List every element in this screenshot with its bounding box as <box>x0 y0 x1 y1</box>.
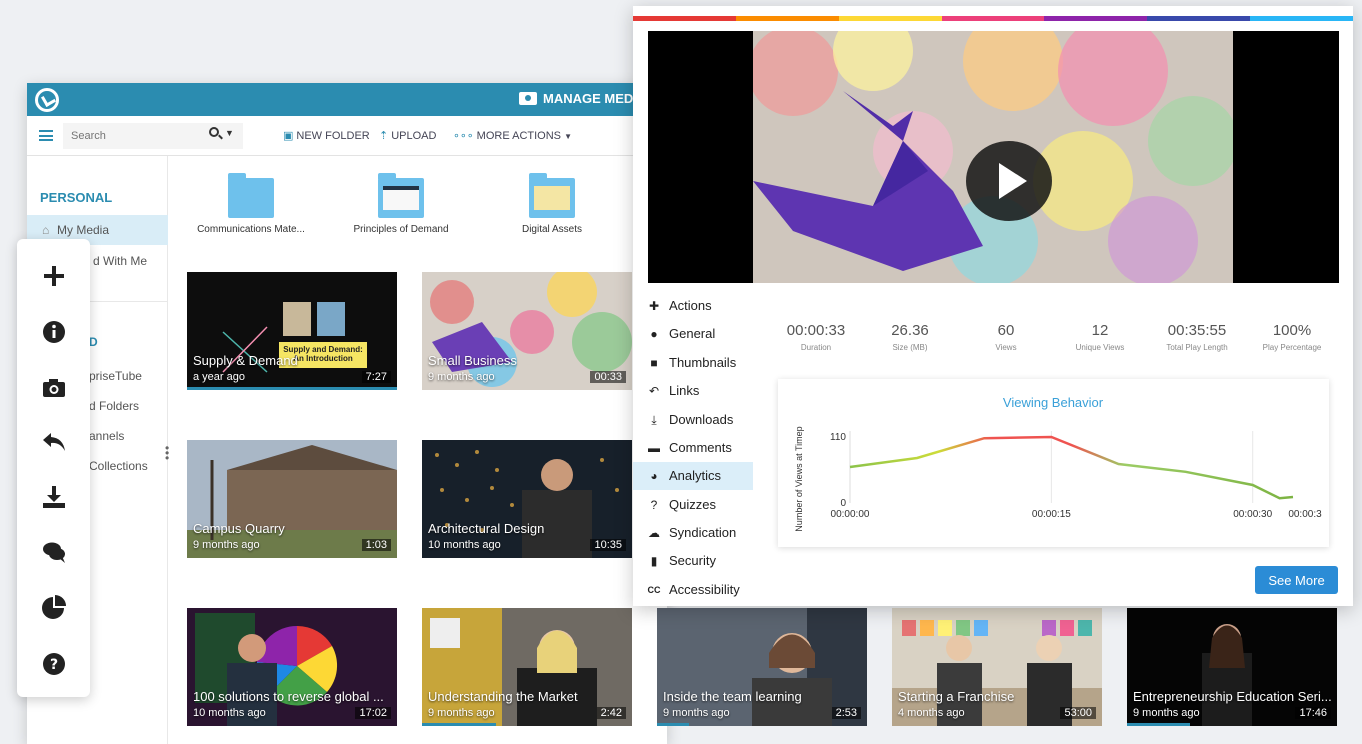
x-tick-label: 00:00:3 <box>1288 509 1322 520</box>
media-thumbnail[interactable]: Small Business 9 months ago 00:33 <box>422 272 632 390</box>
camera-icon[interactable] <box>41 375 67 401</box>
media-thumbnail[interactable]: 100 solutions to reverse global ... 10 m… <box>187 608 397 726</box>
chevron-down-icon[interactable]: ▼ <box>225 128 234 138</box>
folder-icon <box>378 173 424 218</box>
dots-icon: ∘∘∘ <box>453 130 474 142</box>
pie-chart-icon: ◕ <box>650 469 658 483</box>
folder-digital-assets[interactable]: Digital Assets <box>492 173 612 235</box>
camera-icon: ■ <box>650 356 658 370</box>
menu-item-downloads[interactable]: ⤓ Downloads <box>633 406 753 434</box>
stripe-segment <box>1250 16 1354 21</box>
stat-play-percentage: 100% Play Percentage <box>1262 322 1322 352</box>
x-tick-label: 00:00:00 <box>831 509 870 520</box>
stripe-segment <box>1044 16 1148 21</box>
stat-size: 26.36 Size (MB) <box>891 322 929 352</box>
menu-item-accessibility[interactable]: CC Accessibility <box>633 576 753 604</box>
closed-captions-icon: CC <box>647 585 661 595</box>
stat-duration: 00:00:33 Duration <box>786 322 846 352</box>
comments-icon[interactable] <box>41 539 67 565</box>
progress-bar <box>657 723 689 726</box>
upload-icon: ⇡ <box>379 130 389 142</box>
toolbar: ▼ ▣NEW FOLDER ⇡UPLOAD ∘∘∘MORE ACTIONS ▼ <box>27 116 667 156</box>
menu-item-thumbnails[interactable]: ■ Thumbnails <box>633 349 753 377</box>
x-tick-label: 00:00:15 <box>1032 509 1071 520</box>
media-thumbnail[interactable]: Supply and Demand: An Introduction Suppl… <box>187 272 397 390</box>
upload-button[interactable]: ⇡ UPLOAD <box>379 129 436 142</box>
folder-principles-of-demand[interactable]: Principles of Demand <box>339 173 463 235</box>
media-thumbnail[interactable]: Understanding the Market 9 months ago 2:… <box>422 608 632 726</box>
folder-plus-icon: ▣ <box>283 130 294 142</box>
x-tick-label: 00:00:30 <box>1233 509 1272 520</box>
viewing-behavior-chart-card: Viewing Behavior Number of Views at Time… <box>778 379 1329 547</box>
stripe-segment <box>1147 16 1251 21</box>
menu-item-security[interactable]: ▮ Security <box>633 547 753 575</box>
sidebar-heading-personal: PERSONAL <box>40 190 113 205</box>
progress-bar <box>1127 723 1190 726</box>
media-manager-window: MANAGE MEDI ▼ ▣NEW FOLDER ⇡UPLOAD ∘∘∘MOR… <box>27 83 667 744</box>
stat-views: 60 Views <box>995 322 1017 352</box>
more-actions-button[interactable]: ∘∘∘ MORE ACTIONS ▼ <box>453 129 572 142</box>
menu-item-quizzes[interactable]: ? Quizzes <box>633 491 753 519</box>
plus-icon[interactable] <box>41 263 67 289</box>
info-icon[interactable] <box>41 319 67 345</box>
cloud-upload-icon: ☁ <box>648 526 660 540</box>
media-thumbnail[interactable]: Inside the team learning 9 months ago 2:… <box>657 608 867 726</box>
stat-total-play-length: 00:35:55 Total Play Length <box>1166 322 1228 352</box>
stripe-segment <box>838 16 942 21</box>
lock-icon: ▮ <box>650 554 658 568</box>
stat-unique-views: 12 Unique Views <box>1075 322 1125 352</box>
see-more-button[interactable]: See More <box>1255 566 1338 594</box>
chart-ylabel: Number of Views at Timep <box>794 426 804 531</box>
top-bar: MANAGE MEDI <box>27 83 667 116</box>
download-icon: ⤓ <box>651 413 657 427</box>
progress-bar <box>187 387 397 390</box>
reply-icon[interactable] <box>41 429 67 455</box>
menu-item-general[interactable]: ● General <box>633 320 753 348</box>
video-player[interactable] <box>648 31 1339 283</box>
download-icon[interactable] <box>41 484 67 510</box>
floating-action-bar: ? <box>17 239 90 697</box>
plus-icon: ✚ <box>648 299 660 313</box>
stripe-segment <box>941 16 1045 21</box>
media-thumbnail[interactable]: Starting a Franchise 4 months ago 53:00 <box>892 608 1102 726</box>
pie-chart-icon[interactable] <box>41 594 67 620</box>
menu-item-comments[interactable]: ▬ Comments <box>633 434 753 462</box>
svg-text:?: ? <box>50 657 58 673</box>
menu-item-syndication[interactable]: ☁ Syndication <box>633 519 753 547</box>
question-icon[interactable]: ? <box>41 651 67 677</box>
new-folder-button[interactable]: ▣ NEW FOLDER <box>283 129 370 142</box>
app-logo-icon[interactable] <box>35 88 59 112</box>
menu-item-actions[interactable]: ✚ Actions <box>633 292 753 320</box>
reply-icon: ↶ <box>648 384 660 398</box>
folder-icon <box>228 173 274 218</box>
series-line <box>849 435 1294 500</box>
stripe-segment <box>633 16 736 21</box>
resize-handle-icon[interactable]: • • • <box>165 442 169 464</box>
media-thumbnail[interactable]: Architectural Design 10 months ago 10:35 <box>422 440 632 558</box>
folder-communications[interactable]: Communications Mate... <box>191 173 311 235</box>
menu-item-analytics[interactable]: ◕ Analytics <box>633 462 753 490</box>
media-thumbnail[interactable]: Campus Quarry 9 months ago 1:03 <box>187 440 397 558</box>
progress-bar <box>422 723 496 726</box>
folder-icon <box>529 173 575 218</box>
media-icon <box>519 92 537 105</box>
viewing-behavior-chart: Viewing Behavior Number of Views at Time… <box>794 395 1322 532</box>
media-detail-panel: ✚ Actions ● General ■ Thumbnails ↶ Links ⤓ Do… <box>633 6 1354 606</box>
y-tick-label: 0 <box>840 498 846 509</box>
play-button[interactable] <box>966 141 1052 221</box>
info-icon: ● <box>650 327 658 341</box>
color-stripe <box>633 16 1354 21</box>
y-tick-label: 110 <box>830 432 846 443</box>
manage-media-title: MANAGE MEDI <box>519 91 637 106</box>
media-thumbnail[interactable]: Entrepreneurship Education Seri... 9 mon… <box>1127 608 1337 726</box>
comments-icon: ▬ <box>648 441 660 455</box>
search-icon[interactable] <box>209 127 219 137</box>
question-icon: ? <box>650 498 658 512</box>
menu-item-links[interactable]: ↶ Links <box>633 377 753 405</box>
stripe-segment <box>735 16 839 21</box>
chart-title: Viewing Behavior <box>1003 395 1104 410</box>
chevron-down-icon: ▼ <box>564 132 572 141</box>
hamburger-menu-icon[interactable] <box>39 130 53 141</box>
